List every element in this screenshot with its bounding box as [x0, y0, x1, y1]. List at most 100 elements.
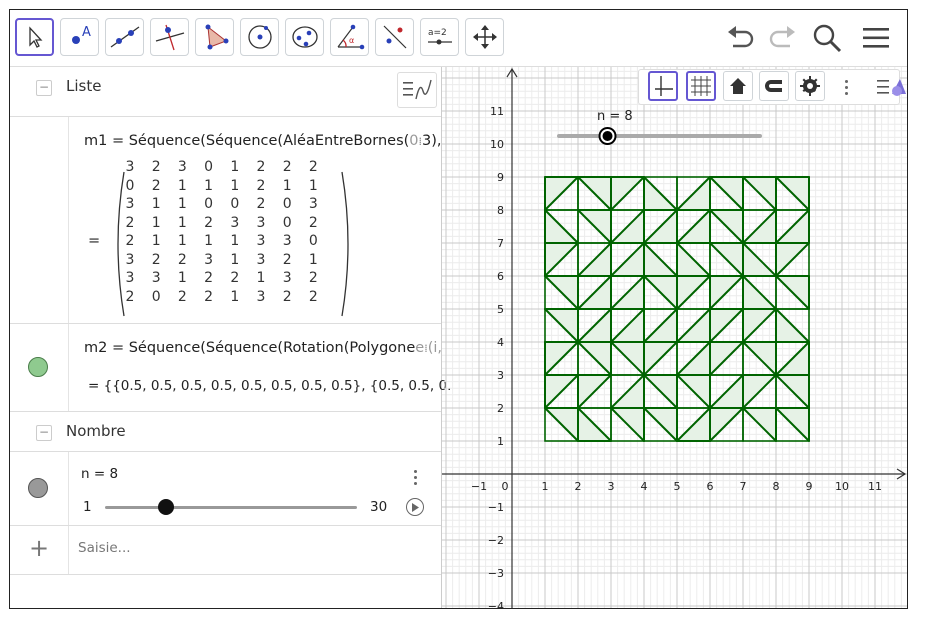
x-tick-label: 9 — [806, 480, 813, 493]
view-menu-icon — [877, 79, 906, 96]
matrix-cell: 0 — [204, 159, 214, 175]
standard-view-button[interactable] — [723, 71, 753, 101]
algebra-row-m1[interactable]: m1 = Séquence(Séquence(AléaEntreBornes(0… — [10, 116, 442, 324]
m1-definition-arg-a: 0 — [409, 133, 419, 149]
toggle-grid-button[interactable] — [686, 71, 716, 101]
x-tick-label: 4 — [641, 480, 648, 493]
tile-triangle — [544, 308, 579, 343]
matrix-cell: 1 — [151, 214, 161, 231]
graphics-settings-button[interactable] — [795, 71, 825, 101]
algebra-input-row[interactable]: + Saisie... — [10, 525, 441, 575]
n-visibility-toggle[interactable] — [28, 478, 48, 498]
y-tick-label: 1 — [497, 435, 504, 448]
matrix-cell: 2 — [204, 288, 214, 305]
tile-triangle — [643, 242, 678, 277]
group-header-liste[interactable]: − Liste — [10, 67, 441, 107]
tile-triangle — [775, 407, 810, 442]
angle-tool-button[interactable]: α — [330, 18, 369, 56]
toggle-axes-button[interactable] — [648, 71, 678, 101]
graphics-view[interactable]: −1 0 1 2 3 4 5 6 7 8 9 10 11 11 10 9 8 7 6 5 4 3 2 1 −1 −2 −3 −4 n =… — [442, 67, 907, 609]
n-slider-track[interactable] — [105, 506, 357, 509]
n-slider-knob[interactable] — [157, 499, 174, 515]
algebra-row-m2[interactable]: m2 = Séquence(Séquence(Rotation(Polygone… — [10, 323, 451, 412]
graphics-view-menu-button[interactable] — [876, 74, 906, 100]
y-tick-label: −2 — [488, 534, 504, 547]
group-header-nombre[interactable]: − Nombre — [10, 411, 441, 452]
y-tick-label: 11 — [490, 105, 504, 118]
matrix-cell: 2 — [256, 177, 266, 194]
axes-icon — [655, 76, 673, 96]
x-tick-label: 11 — [868, 480, 882, 493]
tile-triangle — [709, 308, 744, 343]
matrix-cell: 2 — [125, 288, 135, 305]
perpendicular-tool-button[interactable] — [150, 18, 189, 56]
conic-tool-button[interactable] — [285, 18, 324, 56]
matrix-cell: 1 — [282, 177, 292, 194]
m2-definition[interactable]: m2 = Séquence(Séquence(Rotation(Polygone… — [84, 340, 442, 356]
matrix-cell: 2 — [151, 177, 161, 194]
m2-definition-tail: (i, — [427, 340, 442, 356]
tile-triangle — [577, 209, 612, 244]
algebra-graphics-icon — [403, 79, 432, 100]
move-tool-button[interactable] — [15, 18, 54, 56]
line-tool-button[interactable] — [105, 18, 144, 56]
matrix-cell: 3 — [125, 196, 135, 212]
reflect-tool-button[interactable] — [375, 18, 414, 56]
collapse-icon[interactable]: − — [36, 425, 52, 441]
y-tick-label: 2 — [497, 402, 504, 415]
more-options-icon[interactable] — [414, 467, 418, 488]
tile-triangle — [775, 341, 810, 376]
matrix-cell: 0 — [125, 177, 135, 194]
add-plus-icon[interactable]: + — [29, 536, 49, 560]
pan-tool-button[interactable] — [465, 18, 504, 56]
x-tick-label: 2 — [575, 480, 582, 493]
matrix-cell: 3 — [256, 214, 266, 231]
graphics-canvas[interactable]: −1 0 1 2 3 4 5 6 7 8 9 10 11 11 10 9 8 7 6 5 4 3 2 1 −1 −2 −3 −4 n =… — [442, 67, 907, 609]
app-window: A α a=2 − Liste m1 = Séquence(Séquence(A… — [9, 9, 908, 609]
matrix-cell: 3 — [256, 251, 266, 268]
matrix-cell: 3 — [282, 270, 292, 286]
search-button[interactable] — [810, 22, 844, 54]
play-button[interactable] — [406, 498, 424, 516]
algebra-view: − Liste m1 = Séquence(Séquence(AléaEntre… — [10, 67, 451, 608]
algebra-view-menu-button[interactable] — [397, 72, 437, 108]
polygon-tool-button[interactable] — [195, 18, 234, 56]
graphics-more-icon[interactable] — [845, 77, 849, 98]
point-capturing-button[interactable] — [759, 71, 789, 101]
y-tick-label: 9 — [497, 171, 504, 184]
tile-triangle — [676, 341, 711, 376]
matrix-cell: 3 — [151, 270, 161, 286]
y-tick-label: 10 — [490, 138, 504, 151]
slider-tool-button[interactable]: a=2 — [420, 18, 459, 56]
redo-button[interactable] — [764, 22, 798, 54]
input-placeholder[interactable]: Saisie... — [78, 540, 131, 556]
tile-triangle — [610, 308, 645, 343]
circle-tool-button[interactable] — [240, 18, 279, 56]
tile-triangle — [676, 176, 711, 211]
undo-button[interactable] — [725, 22, 759, 54]
tile-triangle — [709, 275, 744, 310]
matrix-cell: 0 — [151, 288, 161, 305]
matrix-cell: 1 — [177, 270, 187, 286]
matrix-cell: 2 — [151, 159, 161, 175]
matrix-cell: 3 — [256, 288, 266, 305]
y-tick-label: 3 — [497, 369, 504, 382]
algebra-row-n[interactable]: n = 8 1 30 — [10, 451, 441, 526]
tile-triangle — [643, 275, 678, 310]
point-tool-button[interactable]: A — [60, 18, 99, 56]
matrix-cell: 0 — [282, 214, 292, 231]
ellipse-icon — [291, 26, 318, 48]
matrix-cell: 2 — [256, 159, 266, 175]
x-tick-label: 5 — [674, 480, 681, 493]
collapse-icon[interactable]: − — [36, 80, 52, 96]
m2-visibility-toggle[interactable] — [28, 357, 48, 377]
y-tick-label: −1 — [488, 501, 504, 514]
matrix-cell: 2 — [308, 270, 318, 286]
matrix-cell: 3 — [282, 233, 292, 249]
x-tick-label: 8 — [773, 480, 780, 493]
group-label-nombre: Nombre — [66, 422, 126, 440]
main-menu-button[interactable] — [859, 22, 893, 54]
tile-triangle — [676, 374, 711, 409]
matrix-cell: 1 — [204, 233, 214, 249]
m1-definition[interactable]: m1 = Séquence(Séquence(AléaEntreBornes(0… — [84, 133, 442, 149]
